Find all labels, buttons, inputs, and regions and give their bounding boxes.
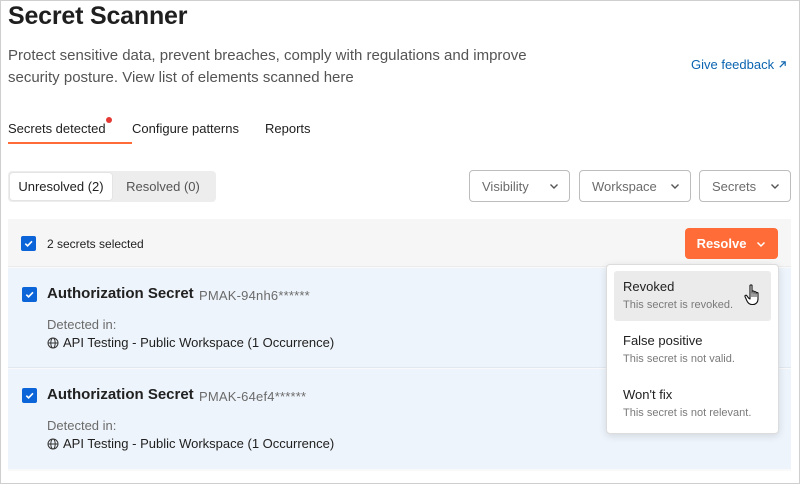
menu-item-label: False positive — [623, 333, 703, 348]
tab-label: Reports — [265, 121, 311, 136]
page-description: Protect sensitive data, prevent breaches… — [8, 47, 527, 86]
check-icon — [24, 240, 33, 248]
row-checkbox[interactable] — [22, 287, 37, 302]
status-segmented-control: Unresolved (2) Resolved (0) — [8, 171, 216, 202]
give-feedback-label: Give feedback — [691, 57, 775, 72]
secret-scanner-page: Secret Scanner Protect sensitive data, p… — [0, 0, 800, 484]
visibility-dropdown[interactable]: Visibility — [469, 170, 570, 202]
menu-item-description: This secret is not relevant. — [623, 407, 752, 419]
menu-item-revoked[interactable]: Revoked This secret is revoked. — [614, 271, 771, 321]
give-feedback-link[interactable]: Give feedback — [691, 57, 787, 72]
check-icon — [25, 291, 34, 299]
segment-unresolved[interactable]: Unresolved (2) — [10, 173, 112, 200]
secret-key: PMAK-94nh6****** — [199, 288, 310, 303]
menu-item-description: This secret is revoked. — [623, 299, 734, 311]
dropdown-label: Visibility — [482, 178, 529, 194]
detected-in-label: Detected in: — [47, 317, 117, 332]
row-checkbox[interactable] — [22, 388, 37, 403]
selection-bar: 2 secrets selected Resolve — [8, 219, 791, 267]
secret-name: Authorization Secret — [47, 285, 194, 302]
menu-item-description: This secret is not valid. — [623, 353, 735, 365]
workspace-link[interactable]: API Testing - Public Workspace (1 Occurr… — [47, 436, 334, 451]
menu-item-false-positive[interactable]: False positive This secret is not valid. — [614, 325, 771, 375]
tab-reports[interactable]: Reports — [265, 121, 311, 144]
tab-configure-patterns[interactable]: Configure patterns — [132, 121, 265, 144]
chevron-down-icon — [550, 184, 558, 189]
select-all-checkbox[interactable] — [21, 236, 36, 251]
page-title: Secret Scanner — [8, 2, 188, 30]
segment-resolved[interactable]: Resolved (0) — [112, 173, 214, 200]
notification-dot — [106, 117, 112, 123]
menu-item-label: Revoked — [623, 279, 675, 294]
workspace-link[interactable]: API Testing - Public Workspace (1 Occurr… — [47, 335, 334, 350]
chevron-down-icon — [771, 184, 779, 189]
tab-secrets-detected[interactable]: Secrets detected — [8, 117, 132, 144]
menu-item-label: Won't fix — [623, 387, 673, 402]
resolve-menu: Revoked This secret is revoked. False po… — [606, 264, 779, 434]
menu-item-wont-fix[interactable]: Won't fix This secret is not relevant. — [614, 379, 771, 429]
secret-name: Authorization Secret — [47, 386, 194, 403]
check-icon — [25, 392, 34, 400]
workspace-name: API Testing - Public Workspace (1 Occurr… — [63, 335, 335, 350]
resolve-button-label: Resolve — [696, 236, 747, 251]
resolve-button[interactable]: Resolve — [685, 228, 778, 259]
secrets-dropdown[interactable]: Secrets — [699, 170, 791, 202]
detected-in-label: Detected in: — [47, 418, 117, 433]
tab-label: Configure patterns — [132, 121, 239, 136]
tab-bar: Secrets detected Configure patterns Repo… — [8, 117, 311, 144]
arrow-up-right-icon — [779, 61, 786, 68]
selected-count-text: 2 secrets selected — [47, 237, 144, 251]
tab-label: Secrets detected — [8, 121, 106, 136]
globe-icon — [47, 438, 59, 449]
chevron-down-icon — [757, 241, 766, 247]
workspace-dropdown[interactable]: Workspace — [579, 170, 691, 202]
workspace-name: API Testing - Public Workspace (1 Occurr… — [63, 436, 335, 451]
dropdown-label: Workspace — [592, 178, 657, 194]
chevron-down-icon — [671, 184, 679, 189]
dropdown-label: Secrets — [712, 178, 757, 194]
secret-key: PMAK-64ef4****** — [199, 389, 307, 404]
globe-icon — [47, 337, 59, 348]
